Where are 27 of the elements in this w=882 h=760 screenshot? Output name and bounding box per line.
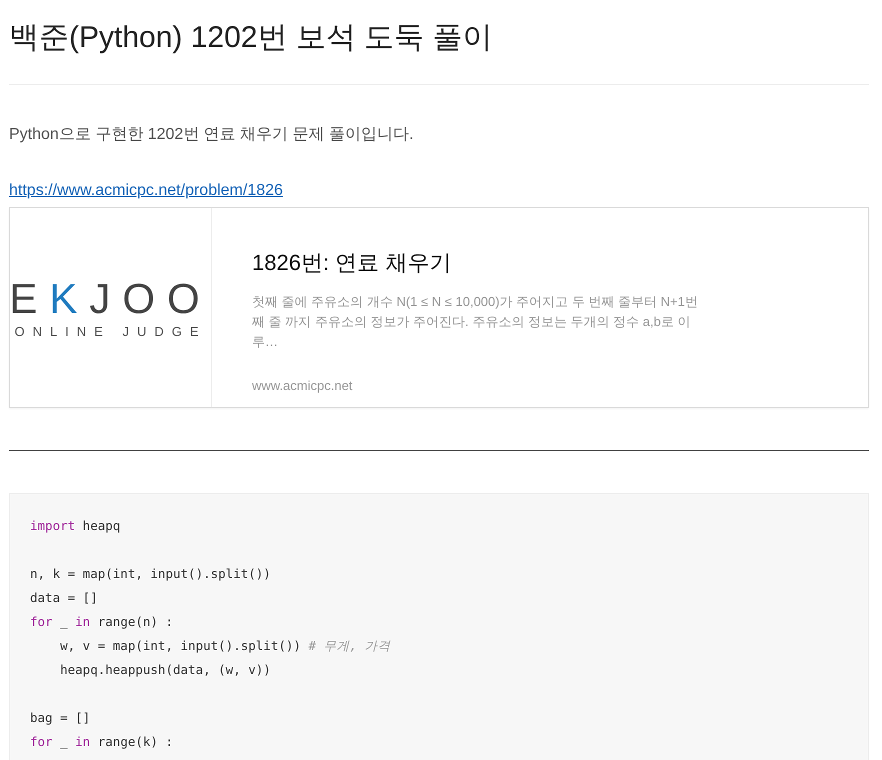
code-token: heapq <box>82 518 120 533</box>
code-token: heapq.heappush(data, (w, v)) <box>59 662 271 677</box>
code-token: data = [] <box>30 590 98 605</box>
card-title: 1826번: 연료 채우기 <box>252 249 452 277</box>
logo-letters: E <box>9 276 50 322</box>
code-token: range(k) : <box>96 734 174 749</box>
link-preview-card[interactable]: E K JOO ONLINE JUDGE 1826번: 연료 채우기 첫째 줄에 주유소의 개수 N(1 ≤ N ≤ 10,000)가 주어지고 두 번째 줄부터 N+1번째 줄 까지 주유소의 정보가 주어진다. 주유소의 정보는 두개의 정수 a,b로 이루… www.acmicpc.net <box>9 207 869 408</box>
code-token: import <box>30 518 76 533</box>
code-token: for <box>30 614 53 629</box>
intro-text: Python으로 구현한 1202번 연료 채우기 문제 풀이입니다. <box>9 125 415 145</box>
post-title: 백준(Python) 1202번 보석 도둑 풀이 <box>9 20 494 56</box>
code-token: _ <box>59 734 69 749</box>
code-token: w, v = map(int, input().split()) <box>59 638 302 653</box>
logo-letters: JOO <box>89 276 212 322</box>
card-description: 첫째 줄에 주유소의 개수 N(1 ≤ N ≤ 10,000)가 주어지고 두 번째 줄부터 N+1번째 줄 까지 주유소의 정보가 주어진다. 주유소의 정보는 두개의 정수 a,b로 이루… <box>252 293 699 351</box>
code-token: bag = [] <box>30 710 90 725</box>
code-token: in <box>75 734 90 749</box>
logo-letters: K <box>49 276 90 322</box>
code-token: _ <box>59 614 69 629</box>
problem-link[interactable]: https://www.acmicpc.net/problem/1826 <box>9 181 283 201</box>
code-token: in <box>75 614 90 629</box>
logo-subtitle: ONLINE JUDGE <box>14 324 207 339</box>
card-domain: www.acmicpc.net <box>252 378 354 393</box>
code-token: # 무게, 가격 <box>308 638 391 653</box>
code-token: for <box>30 734 53 749</box>
code-token: n, k = map(int, input().split()) <box>30 566 271 581</box>
code-token: range(n) : <box>96 614 174 629</box>
